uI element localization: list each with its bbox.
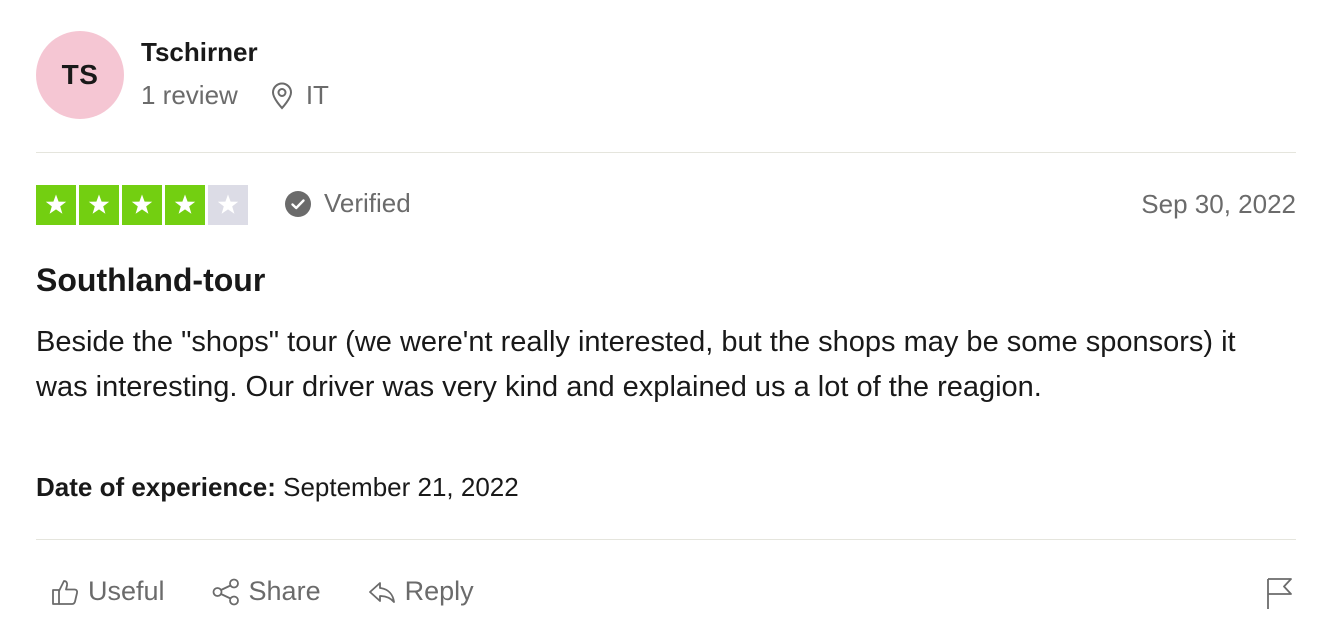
star-filled-icon (36, 185, 76, 225)
review-actions: Useful Share Reply (50, 576, 474, 607)
reviewer-name[interactable]: Tschirner (141, 37, 258, 68)
review-date: Sep 30, 2022 (1141, 189, 1296, 219)
check-circle-icon (284, 190, 312, 218)
reply-label: Reply (404, 576, 474, 606)
reply-button[interactable]: Reply (367, 576, 474, 607)
star-filled-icon (122, 185, 162, 225)
reviewer-meta: 1 review IT (141, 80, 329, 111)
flag-icon[interactable] (1265, 576, 1293, 610)
location-pin-icon (270, 82, 294, 110)
thumbs-up-icon (50, 577, 80, 607)
review-card: TS Tschirner 1 review IT Verified Sep 30… (36, 0, 1296, 638)
experience-date: September 21, 2022 (275, 472, 519, 502)
review-title[interactable]: Southland-tour (36, 262, 265, 299)
share-label: Share (248, 576, 321, 606)
star-rating (36, 185, 248, 225)
useful-label: Useful (88, 576, 165, 606)
experience-label: Date of experience: (36, 472, 276, 502)
verified-label: Verified (324, 188, 411, 218)
star-empty-icon (208, 185, 248, 225)
avatar[interactable]: TS (36, 31, 124, 119)
star-filled-icon (79, 185, 119, 225)
review-count: 1 review (141, 80, 238, 110)
divider (36, 152, 1296, 153)
share-icon (211, 577, 241, 607)
star-filled-icon (165, 185, 205, 225)
verified-badge[interactable]: Verified (284, 188, 411, 219)
reply-arrow-icon (367, 577, 397, 607)
share-button[interactable]: Share (211, 576, 321, 607)
date-of-experience: Date of experience: September 21, 2022 (36, 472, 519, 503)
useful-button[interactable]: Useful (50, 576, 165, 607)
reviewer-country: IT (305, 80, 329, 110)
review-body: Beside the "shops" tour (we were'nt real… (36, 326, 1236, 403)
divider (36, 539, 1296, 540)
